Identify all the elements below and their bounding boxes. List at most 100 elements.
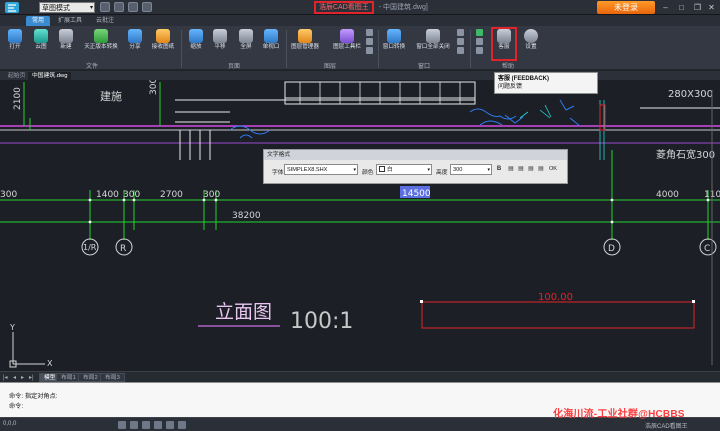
prev-tab-icon[interactable]: ◂ (13, 374, 16, 381)
mini-tool-icon[interactable] (366, 38, 373, 45)
group-label-file: 文件 (85, 64, 98, 70)
ribbon: 打开 云图 新建 天正版本转换 分享 接收图纸 缩放 平移 全屏 单视口 图层管… (0, 26, 720, 70)
tab-extended-tools[interactable]: 扩展工具 (52, 16, 88, 26)
align-center-icon[interactable]: ▤ (516, 164, 526, 175)
snap-icon[interactable] (118, 421, 126, 429)
align-left-icon[interactable]: ▤ (506, 164, 516, 175)
watermark: 化海川流-工业社群@HCBBS (553, 409, 685, 420)
document-name: - 中国建筑.dwg] (378, 4, 428, 11)
workspace-mode-select[interactable]: 草图模式 ▾ (39, 2, 95, 13)
color-swatch-icon (379, 166, 385, 172)
label-jianzhu: 建施 (100, 89, 122, 103)
mini-tool-icon[interactable] (476, 47, 483, 54)
close-icon[interactable]: ✕ (706, 2, 717, 13)
qa-print-icon[interactable] (128, 2, 138, 12)
mini-tool-icon[interactable] (457, 47, 464, 54)
first-tab-icon[interactable]: |◂ (3, 374, 8, 381)
tab-layout3[interactable]: 布局3 (100, 373, 125, 382)
qa-undo-icon[interactable] (142, 2, 152, 12)
window-switch-label: 窗口转换 (382, 44, 406, 50)
convert-label: 天正版本转换 (84, 44, 118, 50)
tab-start-page[interactable]: 起始页 (4, 72, 29, 80)
mini-tool-icon[interactable] (476, 29, 483, 36)
ortho-icon[interactable] (142, 421, 150, 429)
layer-toolbar-button[interactable]: 图层工具栏 (333, 29, 361, 59)
next-tab-icon[interactable]: ▸ (21, 374, 24, 381)
coordinates-readout: 0,0,0 (3, 421, 17, 427)
group-label-page: 页面 (227, 64, 240, 70)
settings-button[interactable]: 设置 (518, 29, 544, 59)
cloud-icon (34, 29, 48, 43)
close-windows-icon (426, 29, 440, 43)
qa-open-icon[interactable] (100, 2, 110, 12)
bold-button[interactable]: B (494, 164, 504, 175)
new-label: 新建 (60, 44, 72, 50)
lineweight-icon[interactable] (178, 421, 186, 429)
align-right-icon[interactable]: ▤ (526, 164, 536, 175)
tab-cloud-annotation[interactable]: 云批注 (90, 16, 120, 26)
new-button[interactable]: 新建 (53, 29, 79, 59)
dim-text-2700: 2700 (160, 190, 183, 200)
layer-toolbar-label: 图层工具栏 (333, 44, 361, 50)
ribbon-tabs: 常用 扩展工具 云批注 (0, 15, 720, 26)
minimize-icon[interactable]: – (660, 2, 671, 13)
cad-drawing: 2100 300 建施 280X300 菱角石宽300 300 1400 300… (0, 80, 720, 368)
qa-save-icon[interactable] (114, 2, 124, 12)
close-all-windows-label: 窗口全部关闭 (416, 44, 450, 50)
mini-tool-icon[interactable] (476, 38, 483, 45)
last-tab-icon[interactable]: ▸| (29, 374, 34, 381)
close-all-windows-button[interactable]: 窗口全部关闭 (416, 29, 450, 59)
dim-text-300-b: 300 (203, 190, 220, 200)
justify-icon[interactable]: ▤ (536, 164, 546, 175)
axis-label-c: C (704, 244, 710, 254)
tab-common[interactable]: 常用 (26, 16, 51, 26)
axis-bubbles (81, 238, 717, 256)
dim-text-38200: 38200 (232, 211, 261, 221)
dialog-row: 字体 SIMPLEX8.SHX ▾ 颜色 白 ▾ 高度 300 ▾ B ▤ ▤ ▤ ▤… (264, 160, 567, 184)
window-switch-button[interactable]: 窗口转换 (381, 29, 407, 59)
hand-icon (213, 29, 227, 43)
polar-icon[interactable] (154, 421, 162, 429)
login-button[interactable]: 未登录 (597, 1, 655, 14)
receive-drawing-button[interactable]: 接收图纸 (150, 29, 176, 59)
ucs-icon (9, 332, 45, 368)
dim-text-4000: 4000 (656, 190, 679, 200)
single-viewport-button[interactable]: 单视口 (258, 29, 284, 59)
mini-tool-icon[interactable] (366, 47, 373, 54)
color-select[interactable]: 白 ▾ (376, 164, 432, 175)
status-brand: 浩辰CAD看图王 (645, 424, 688, 430)
chevron-down-icon: ▾ (353, 167, 356, 173)
chevron-down-icon: ▾ (487, 167, 490, 173)
group-label-window: 窗口 (417, 64, 430, 70)
zoom-icon (189, 29, 203, 43)
maximize-icon[interactable]: □ (676, 2, 687, 13)
drawing-canvas[interactable]: 2100 300 建施 280X300 菱角石宽300 300 1400 300… (0, 80, 720, 371)
color-value: 白 (387, 167, 393, 173)
dim-text-300-a: 300 (123, 190, 140, 200)
title-bar: 草图模式 ▾ 浩辰CAD看图王 - 中国建筑.dwg] 未登录 – □ ❐ ✕ (0, 0, 720, 15)
height-input[interactable]: 300 ▾ (450, 164, 492, 175)
axis-label-1r: 1/R (83, 243, 97, 252)
mini-tool-icon[interactable] (457, 29, 464, 36)
label-lingjiao: 菱角石宽300 (656, 148, 715, 161)
dim-ticks (88, 198, 710, 224)
layer-manager-button[interactable]: 图层管理器 (291, 29, 319, 59)
dim-text-vertical: 2100 (13, 87, 23, 110)
ok-button[interactable]: OK (546, 164, 560, 175)
grid-icon[interactable] (130, 421, 138, 429)
font-select[interactable]: SIMPLEX8.SHX ▾ (284, 164, 358, 175)
group-separator (470, 30, 471, 68)
mini-tool-icon[interactable] (366, 29, 373, 36)
help-mini-tools (476, 29, 484, 56)
dialog-title: 文字格式 (264, 150, 567, 160)
command-prompt[interactable]: 命令: (9, 401, 23, 410)
tooltip-title: 客服 (FEEDBACK) (498, 76, 549, 82)
mini-tool-icon[interactable] (457, 38, 464, 45)
tianzheng-convert-button[interactable]: 天正版本转换 (84, 29, 118, 59)
osnap-icon[interactable] (166, 421, 174, 429)
tab-china-building-dwg[interactable]: 中国建筑.dwg (28, 72, 72, 80)
grip-point[interactable] (692, 300, 695, 303)
restore-icon[interactable]: ❐ (692, 2, 703, 13)
grip-point[interactable] (420, 300, 423, 303)
tooltip-line: 问题反馈 (498, 84, 523, 90)
